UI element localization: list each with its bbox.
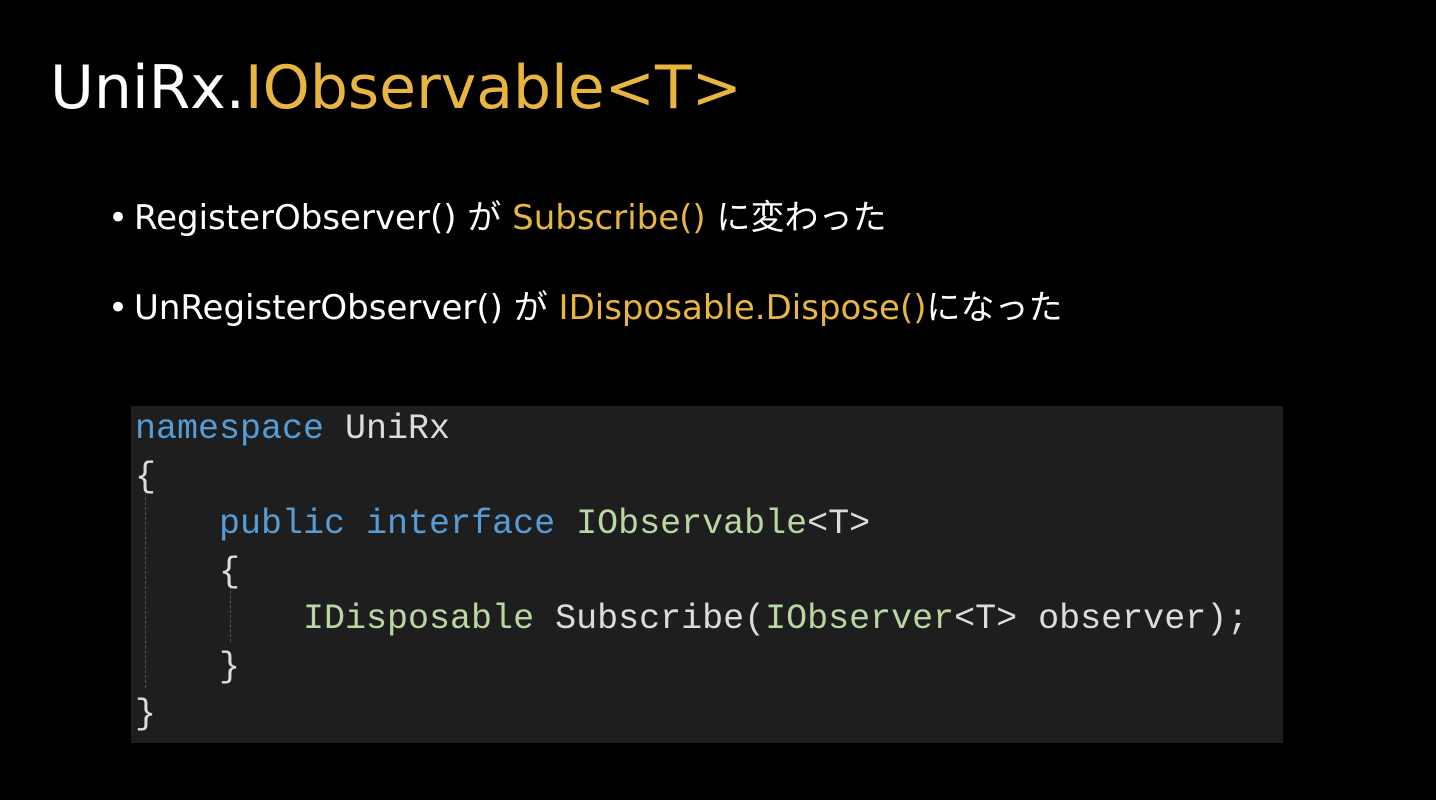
bullet-icon: •	[108, 288, 129, 328]
code-block: namespace UniRx { public interface IObse…	[131, 406, 1283, 743]
bullet-item: • UnRegisterObserver() が IDisposable.Disp…	[108, 288, 1063, 328]
bullet-icon: •	[108, 198, 129, 238]
code-text: namespace UniRx { public interface IObse…	[135, 409, 1249, 734]
bullet-item: • RegisterObserver() が Subscribe() に変わった	[108, 198, 887, 238]
slide-title: UniRx.IObservable<T>	[50, 53, 742, 123]
